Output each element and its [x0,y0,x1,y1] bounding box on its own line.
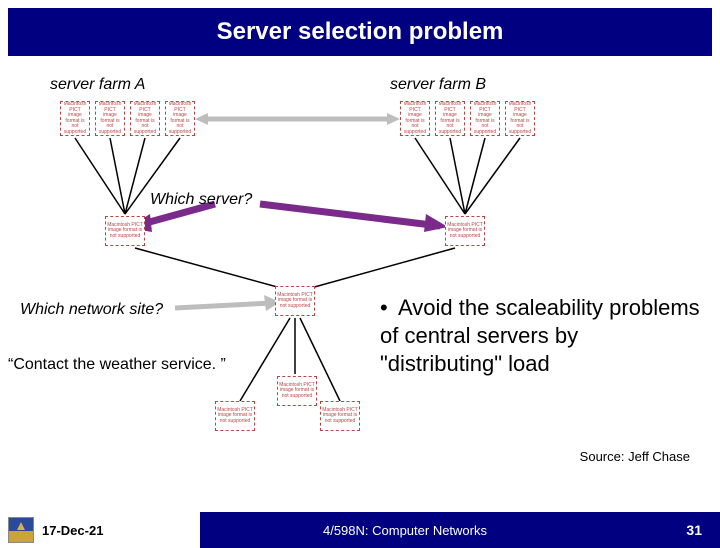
server-placeholder: Macintosh PICT image format is not suppo… [60,101,90,136]
server-placeholder: Macintosh PICT image format is not suppo… [130,101,160,136]
slide-title: Server selection problem [8,8,712,56]
node-placeholder: Macintosh PICT image format is not suppo… [445,216,485,246]
server-placeholder: Macintosh PICT image format is not suppo… [95,101,125,136]
label-which-server: Which server? [150,191,252,209]
slide-footer: 17-Dec-21 4/598N: Computer Networks 31 [0,512,720,548]
slide-content: server farm A server farm B Macintosh PI… [0,56,720,486]
router-placeholder: Macintosh PICT image format is not suppo… [275,286,315,316]
server-placeholder: Macintosh PICT image format is not suppo… [400,101,430,136]
source-attribution: Source: Jeff Chase [580,449,690,464]
client-placeholder: Macintosh PICT image format is not suppo… [277,376,317,406]
label-farm-a: server farm A [50,76,145,94]
client-placeholder: Macintosh PICT image format is not suppo… [215,401,255,431]
footer-page-number: 31 [610,512,720,548]
bullet-point: •Avoid the scaleability problems of cent… [380,294,700,378]
server-placeholder: Macintosh PICT image format is not suppo… [470,101,500,136]
footer-course: 4/598N: Computer Networks [200,512,610,548]
footer-left: 17-Dec-21 [0,512,200,548]
label-contact: “Contact the weather service. ” [8,356,226,374]
server-placeholder: Macintosh PICT image format is not suppo… [505,101,535,136]
bullet-text: Avoid the scaleability problems of centr… [380,295,700,376]
server-placeholder: Macintosh PICT image format is not suppo… [435,101,465,136]
bullet-dot: • [380,294,398,322]
label-which-network: Which network site? [20,301,163,319]
server-placeholder: Macintosh PICT image format is not suppo… [165,101,195,136]
university-logo-icon [8,517,34,543]
label-farm-b: server farm B [390,76,486,94]
node-placeholder: Macintosh PICT image format is not suppo… [105,216,145,246]
client-placeholder: Macintosh PICT image format is not suppo… [320,401,360,431]
footer-date: 17-Dec-21 [42,523,103,538]
